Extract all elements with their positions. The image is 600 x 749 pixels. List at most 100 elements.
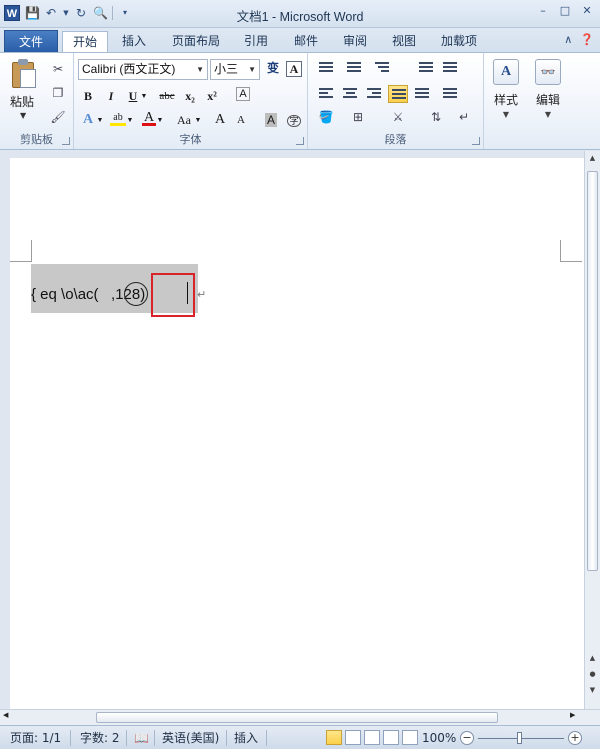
full-screen-reading-icon[interactable] — [345, 730, 361, 745]
text-effect-button[interactable]: A — [80, 111, 96, 129]
scroll-right-icon[interactable]: ▶ — [570, 711, 575, 719]
vertical-scrollbar[interactable]: ▲ ▲ ● ▼ — [584, 151, 600, 709]
status-separator — [70, 730, 71, 746]
phonetic-guide-button[interactable]: 变 — [264, 59, 282, 77]
change-case-dropdown-icon[interactable]: ▼ — [194, 111, 202, 129]
font-size-dropdown-icon[interactable]: ▼ — [248, 60, 256, 79]
superscript-button[interactable]: x² — [204, 87, 220, 105]
multilevel-list-button[interactable] — [372, 59, 392, 77]
horizontal-scrollbar[interactable]: ◀ ▶ — [0, 709, 600, 725]
styles-icon: A — [493, 59, 519, 85]
copy-icon[interactable]: ❐ — [50, 85, 66, 101]
strikethrough-button[interactable]: abc — [156, 87, 178, 105]
text-effect-dropdown-icon[interactable]: ▼ — [96, 111, 104, 129]
line-spacing-button[interactable] — [440, 85, 460, 103]
tab-insert[interactable]: 插入 — [114, 31, 154, 52]
font-size-select[interactable]: 小三 ▼ — [210, 59, 260, 80]
font-size-value: 小三 — [214, 62, 239, 76]
horizontal-scroll-thumb[interactable] — [96, 712, 498, 723]
char-shading-button[interactable]: A — [264, 111, 278, 129]
paste-icon[interactable] — [12, 59, 38, 89]
align-left-button[interactable] — [316, 85, 336, 103]
clipboard-launcher-icon[interactable] — [62, 137, 70, 145]
restore-icon[interactable]: □ — [558, 4, 572, 18]
chinese-layout-icon[interactable]: ⚔ — [390, 109, 406, 125]
styles-label: 样式 — [493, 93, 518, 107]
zoom-slider-thumb[interactable] — [517, 732, 522, 744]
editing-button[interactable]: 👓 编辑 ▼ — [528, 59, 568, 129]
enclose-characters-button[interactable]: 字 — [286, 111, 302, 129]
format-painter-icon[interactable]: 🖌 — [50, 109, 66, 125]
scroll-up-icon[interactable]: ▲ — [585, 151, 600, 166]
font-launcher-icon[interactable] — [296, 137, 304, 145]
highlight-button[interactable]: ab — [110, 109, 126, 126]
bold-button[interactable]: B — [80, 87, 96, 105]
clipboard-group: 粘贴 ▼ ✂ ❐ 🖌 剪贴板 — [0, 53, 74, 149]
web-layout-icon[interactable] — [364, 730, 380, 745]
clear-format-button[interactable]: A — [234, 85, 252, 103]
tab-review[interactable]: 审阅 — [337, 31, 373, 52]
previous-page-icon[interactable]: ▲ — [585, 651, 600, 666]
document-page[interactable] — [10, 158, 584, 709]
styles-button[interactable]: A 样式 ▼ — [486, 59, 526, 129]
highlight-dropdown-icon[interactable]: ▼ — [126, 111, 134, 129]
justify-button[interactable] — [388, 85, 408, 103]
increase-indent-button[interactable] — [440, 59, 460, 77]
vertical-scroll-thumb[interactable] — [587, 171, 598, 571]
word-count[interactable]: 字数: 2 — [80, 730, 120, 746]
zoom-level[interactable]: 100% — [422, 730, 456, 746]
font-name-value: Calibri (西文正文) — [82, 62, 176, 76]
paste-button[interactable]: 粘贴 — [10, 93, 34, 110]
font-color-button[interactable]: A — [142, 109, 156, 126]
decrease-indent-button[interactable] — [416, 59, 436, 77]
shading-icon[interactable]: 🪣 — [318, 109, 334, 125]
subscript-button[interactable]: x₂ — [182, 87, 198, 105]
tab-file[interactable]: 文件 — [4, 30, 58, 52]
sort-icon[interactable]: ⇅ — [428, 109, 444, 125]
numbering-button[interactable] — [344, 59, 364, 77]
collapse-ribbon-icon[interactable]: ∧ — [564, 33, 572, 46]
outline-view-icon[interactable] — [383, 730, 399, 745]
scroll-left-icon[interactable]: ◀ — [3, 711, 8, 719]
help-icon[interactable]: ❓ — [580, 33, 594, 46]
shrink-font-button[interactable]: A — [234, 111, 248, 129]
zoom-in-icon[interactable]: + — [568, 731, 582, 745]
page-count[interactable]: 页面: 1/1 — [10, 730, 61, 746]
close-icon[interactable]: ✕ — [580, 4, 594, 18]
paste-dropdown-icon[interactable]: ▼ — [20, 111, 26, 120]
font-name-dropdown-icon[interactable]: ▼ — [196, 60, 204, 79]
cut-icon[interactable]: ✂ — [50, 61, 66, 77]
align-center-button[interactable] — [340, 85, 360, 103]
insert-mode[interactable]: 插入 — [234, 730, 258, 746]
align-right-button[interactable] — [364, 85, 384, 103]
draft-view-icon[interactable] — [402, 730, 418, 745]
tab-page-layout[interactable]: 页面布局 — [166, 31, 226, 52]
show-marks-icon[interactable]: ↵ — [456, 109, 472, 125]
bullets-button[interactable] — [316, 59, 336, 77]
tab-mailings[interactable]: 邮件 — [288, 31, 324, 52]
tab-home[interactable]: 开始 — [62, 31, 108, 53]
minimize-icon[interactable]: – — [536, 4, 550, 18]
language[interactable]: 英语(美国) — [162, 730, 219, 746]
underline-dropdown-icon[interactable]: ▼ — [140, 87, 148, 105]
font-color-dropdown-icon[interactable]: ▼ — [156, 111, 164, 129]
status-separator — [226, 730, 227, 746]
font-name-select[interactable]: Calibri (西文正文) ▼ — [78, 59, 208, 80]
next-page-icon[interactable]: ▼ — [585, 683, 600, 698]
underline-button[interactable]: U — [126, 87, 140, 105]
tab-view[interactable]: 视图 — [386, 31, 422, 52]
print-layout-view-icon[interactable] — [326, 730, 342, 745]
proofing-icon[interactable]: 📖 — [134, 730, 149, 746]
italic-button[interactable]: I — [104, 87, 118, 105]
browse-object-icon[interactable]: ● — [585, 667, 600, 682]
find-binoculars-icon: 👓 — [535, 59, 561, 85]
grow-font-button[interactable]: A — [212, 111, 228, 129]
paragraph-launcher-icon[interactable] — [472, 137, 480, 145]
tab-addins[interactable]: 加载项 — [434, 31, 484, 52]
tab-references[interactable]: 引用 — [238, 31, 274, 52]
zoom-out-icon[interactable]: − — [460, 731, 474, 745]
char-border-button[interactable]: A — [286, 61, 302, 77]
distributed-button[interactable] — [412, 85, 432, 103]
borders-icon[interactable]: ⊞ — [350, 109, 366, 125]
change-case-button[interactable]: Aa — [174, 111, 194, 129]
